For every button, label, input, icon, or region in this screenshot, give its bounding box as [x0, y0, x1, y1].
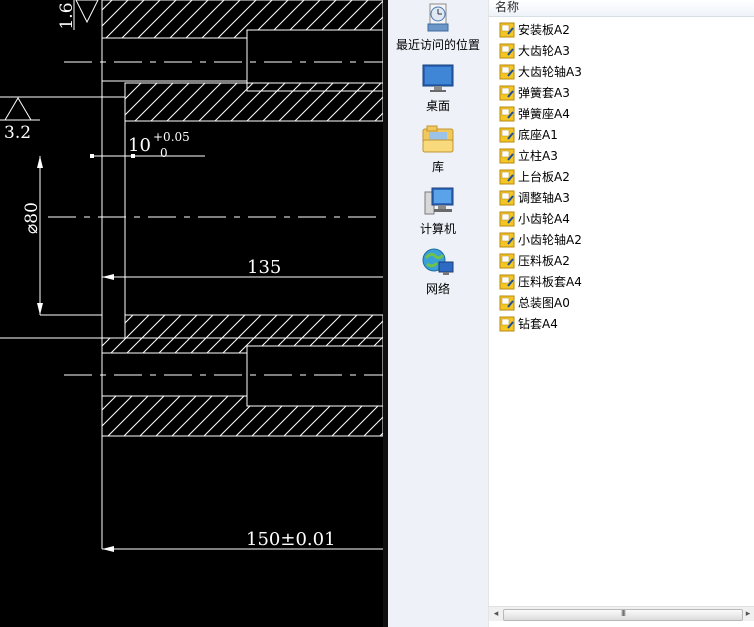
cad-file-icon	[499, 85, 515, 100]
file-item[interactable]: 小齿轮A4	[489, 208, 754, 229]
place-computer[interactable]: 计算机	[388, 186, 488, 237]
place-recent-label: 最近访问的位置	[395, 38, 480, 52]
file-name: 上台板A2	[518, 170, 570, 184]
place-desktop[interactable]: 桌面	[388, 63, 488, 114]
tolerance-lower-label: 0	[160, 146, 168, 160]
file-item[interactable]: 小齿轮轴A2	[489, 229, 754, 250]
file-name: 底座A1	[518, 128, 558, 142]
file-item[interactable]: 总装图A0	[489, 292, 754, 313]
roughness-top-label: 1.6	[57, 2, 77, 29]
cad-file-icon	[499, 22, 515, 37]
place-desktop-label: 桌面	[425, 99, 450, 113]
file-item[interactable]: 上台板A2	[489, 166, 754, 187]
cad-file-icon	[499, 316, 515, 331]
roughness-symbol-top: 1.6	[57, 0, 99, 30]
file-name: 大齿轮轴A3	[518, 65, 582, 79]
scroll-right-icon[interactable]: ▸	[742, 608, 754, 620]
cad-file-icon	[499, 295, 515, 310]
horizontal-scrollbar[interactable]: ◂ III ▸	[489, 606, 754, 621]
place-libraries[interactable]: 库	[388, 124, 488, 175]
length-inner-label: 135	[247, 257, 281, 278]
lower-section	[101, 314, 384, 549]
cad-file-icon	[499, 43, 515, 58]
tolerance-base-label: 10	[128, 135, 151, 156]
dimension-135: 135	[102, 257, 383, 280]
file-name: 压料板A2	[518, 254, 570, 268]
upper-section	[101, 0, 384, 122]
cad-drawing-canvas[interactable]: 1.6 3.2 10 +0.05 0 ⌀80 135 150±0.01	[0, 0, 386, 627]
desktop-icon	[422, 64, 454, 92]
place-recent[interactable]: 最近访问的位置	[388, 2, 488, 53]
file-name: 弹簧座A4	[518, 107, 570, 121]
file-list: 安装板A2 大齿轮A3 大齿轮轴A3 弹簧套A3 弹簧座A4 底座A1 立柱A3 上台板A2 调…	[489, 19, 754, 334]
file-name: 小齿轮A4	[518, 212, 570, 226]
cad-file-icon	[499, 274, 515, 289]
cad-file-icon	[499, 106, 515, 121]
file-name: 总装图A0	[518, 296, 570, 310]
cad-file-icon	[499, 127, 515, 142]
file-name: 压料板套A4	[518, 275, 582, 289]
network-icon	[422, 248, 454, 275]
file-item[interactable]: 安装板A2	[489, 19, 754, 40]
roughness-symbol-left: 3.2	[0, 97, 40, 143]
file-list-pane: 名称 安装板A2 大齿轮A3 大齿轮轴A3 弹簧套A3 弹簧座A4 底座A1 立柱A3 上台板…	[488, 0, 754, 627]
file-item[interactable]: 大齿轮轴A3	[489, 61, 754, 82]
computer-icon	[424, 187, 454, 215]
file-item[interactable]: 钻套A4	[489, 313, 754, 334]
places-bar: 最近访问的位置 桌面 库 计算机 网络	[388, 0, 488, 627]
column-header-name[interactable]: 名称	[489, 0, 754, 17]
libraries-icon	[422, 125, 454, 153]
column-name-label: 名称	[495, 0, 520, 14]
file-item[interactable]: 压料板A2	[489, 250, 754, 271]
file-name: 钻套A4	[518, 317, 558, 331]
place-network-label: 网络	[425, 282, 450, 296]
file-item[interactable]: 弹簧座A4	[489, 103, 754, 124]
file-name: 调整轴A3	[518, 191, 570, 205]
length-outer-label: 150±0.01	[246, 529, 336, 550]
file-item[interactable]: 调整轴A3	[489, 187, 754, 208]
dimension-150: 150±0.01	[102, 529, 383, 552]
file-name: 立柱A3	[518, 149, 558, 163]
tolerance-dimension: 10 +0.05 0	[90, 130, 205, 160]
file-open-dialog: 最近访问的位置 桌面 库 计算机 网络 名称 安装板A2 大齿轮A3 大齿轮轴A…	[388, 0, 754, 627]
scrollbar-grip: III	[620, 609, 626, 618]
file-name: 小齿轮轴A2	[518, 233, 582, 247]
file-item[interactable]: 底座A1	[489, 124, 754, 145]
recent-places-icon	[427, 3, 449, 32]
tolerance-upper-label: +0.05	[153, 130, 190, 144]
cad-file-icon	[499, 253, 515, 268]
file-item[interactable]: 大齿轮A3	[489, 40, 754, 61]
diameter-label: ⌀80	[22, 202, 42, 234]
cad-file-icon	[499, 232, 515, 247]
place-computer-label: 计算机	[419, 222, 456, 236]
roughness-left-label: 3.2	[4, 123, 31, 143]
file-item[interactable]: 压料板套A4	[489, 271, 754, 292]
place-libraries-label: 库	[431, 160, 444, 174]
cad-file-icon	[499, 211, 515, 226]
file-item[interactable]: 立柱A3	[489, 145, 754, 166]
file-name: 大齿轮A3	[518, 44, 570, 58]
file-item[interactable]: 弹簧套A3	[489, 82, 754, 103]
cad-file-icon	[499, 169, 515, 184]
file-name: 安装板A2	[518, 23, 570, 37]
diameter-dimension: ⌀80	[22, 156, 102, 316]
scroll-left-icon[interactable]: ◂	[490, 608, 502, 620]
cad-file-icon	[499, 64, 515, 79]
cad-file-icon	[499, 148, 515, 163]
scrollbar-thumb[interactable]: III	[503, 609, 743, 621]
place-network[interactable]: 网络	[388, 246, 488, 297]
file-name: 弹簧套A3	[518, 86, 570, 100]
cad-file-icon	[499, 190, 515, 205]
